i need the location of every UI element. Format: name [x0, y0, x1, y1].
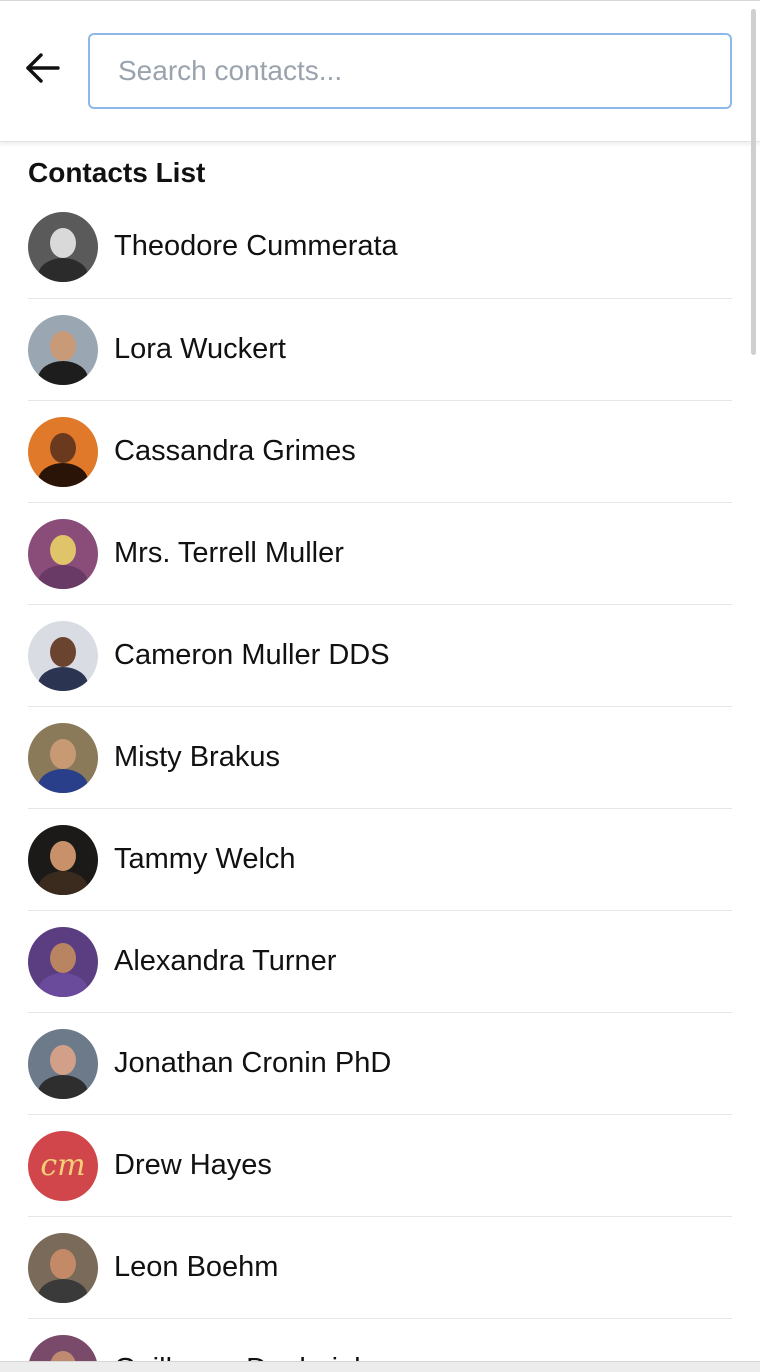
app-header	[0, 1, 760, 142]
contact-avatar	[28, 620, 98, 691]
contacts-list: Theodore Cummerata Lora Wuckert Cassandra …	[28, 211, 732, 1372]
contact-name: Alexandra Turner	[114, 945, 337, 977]
contact-name: Mrs. Terrell Muller	[114, 537, 344, 569]
avatar-face	[50, 534, 76, 565]
avatar-face	[50, 636, 76, 667]
contact-name: Tammy Welch	[114, 843, 296, 875]
contact-avatar	[28, 211, 98, 282]
contact-list-item[interactable]: Lora Wuckert	[28, 299, 732, 401]
contact-avatar	[28, 722, 98, 793]
arrow-left-icon	[26, 53, 60, 83]
contact-list-item[interactable]: Tammy Welch	[28, 809, 732, 911]
avatar-shoulders	[38, 1074, 88, 1099]
avatar-face	[50, 1248, 76, 1279]
contact-avatar	[28, 1232, 98, 1303]
contact-list-item[interactable]: Theodore Cummerata	[28, 211, 732, 299]
contact-name: Misty Brakus	[114, 741, 280, 773]
avatar-face	[50, 227, 76, 258]
avatar-shoulders	[38, 666, 88, 691]
avatar-face	[50, 942, 76, 973]
avatar-face	[50, 330, 76, 361]
avatar-face	[50, 840, 76, 871]
avatar-shoulders	[38, 1278, 88, 1303]
contact-list-item[interactable]: Leon Boehm	[28, 1217, 732, 1319]
contact-name: Lora Wuckert	[114, 333, 286, 365]
avatar-face	[50, 738, 76, 769]
search-field[interactable]	[88, 33, 732, 109]
back-button[interactable]	[22, 45, 64, 91]
contacts-content: Contacts List Theodore Cummerata Lora Wuc…	[0, 141, 760, 1372]
avatar-shoulders	[38, 870, 88, 895]
contact-list-item[interactable]: Cameron Muller DDS	[28, 605, 732, 707]
scrollbar[interactable]	[751, 9, 756, 355]
contact-name: Cassandra Grimes	[114, 435, 356, 467]
avatar-shoulders	[38, 768, 88, 793]
contact-avatar	[28, 824, 98, 895]
avatar-shoulders	[38, 360, 88, 385]
contact-list-item[interactable]: Mrs. Terrell Muller	[28, 503, 732, 605]
avatar-face	[50, 1044, 76, 1075]
contact-list-item[interactable]: Misty Brakus	[28, 707, 732, 809]
contact-avatar	[28, 314, 98, 385]
section-title: Contacts List	[28, 157, 206, 188]
contact-avatar	[28, 926, 98, 997]
contact-avatar	[28, 416, 98, 487]
avatar-monogram: cm	[40, 1148, 86, 1183]
contact-list-item[interactable]: Alexandra Turner	[28, 911, 732, 1013]
contact-avatar	[28, 518, 98, 589]
avatar-shoulders	[38, 462, 88, 487]
avatar-shoulders	[38, 257, 88, 282]
contact-name: Cameron Muller DDS	[114, 639, 390, 671]
contact-list-item[interactable]: cm Drew Hayes	[28, 1115, 732, 1217]
contact-name: Leon Boehm	[114, 1251, 279, 1283]
avatar-shoulders	[38, 564, 88, 589]
contact-avatar	[28, 1028, 98, 1099]
search-input[interactable]	[90, 35, 730, 107]
avatar-face	[50, 432, 76, 463]
contact-avatar: cm	[28, 1130, 98, 1201]
contact-name: Jonathan Cronin PhD	[114, 1047, 392, 1079]
contact-list-item[interactable]: Jonathan Cronin PhD	[28, 1013, 732, 1115]
contact-name: Theodore Cummerata	[114, 230, 398, 262]
contacts-screen: Contacts List Theodore Cummerata Lora Wuc…	[0, 0, 760, 1372]
contact-name: Drew Hayes	[114, 1149, 272, 1181]
avatar-shoulders	[38, 972, 88, 997]
window-bottom-edge	[0, 1361, 760, 1372]
contact-list-item[interactable]: Cassandra Grimes	[28, 401, 732, 503]
